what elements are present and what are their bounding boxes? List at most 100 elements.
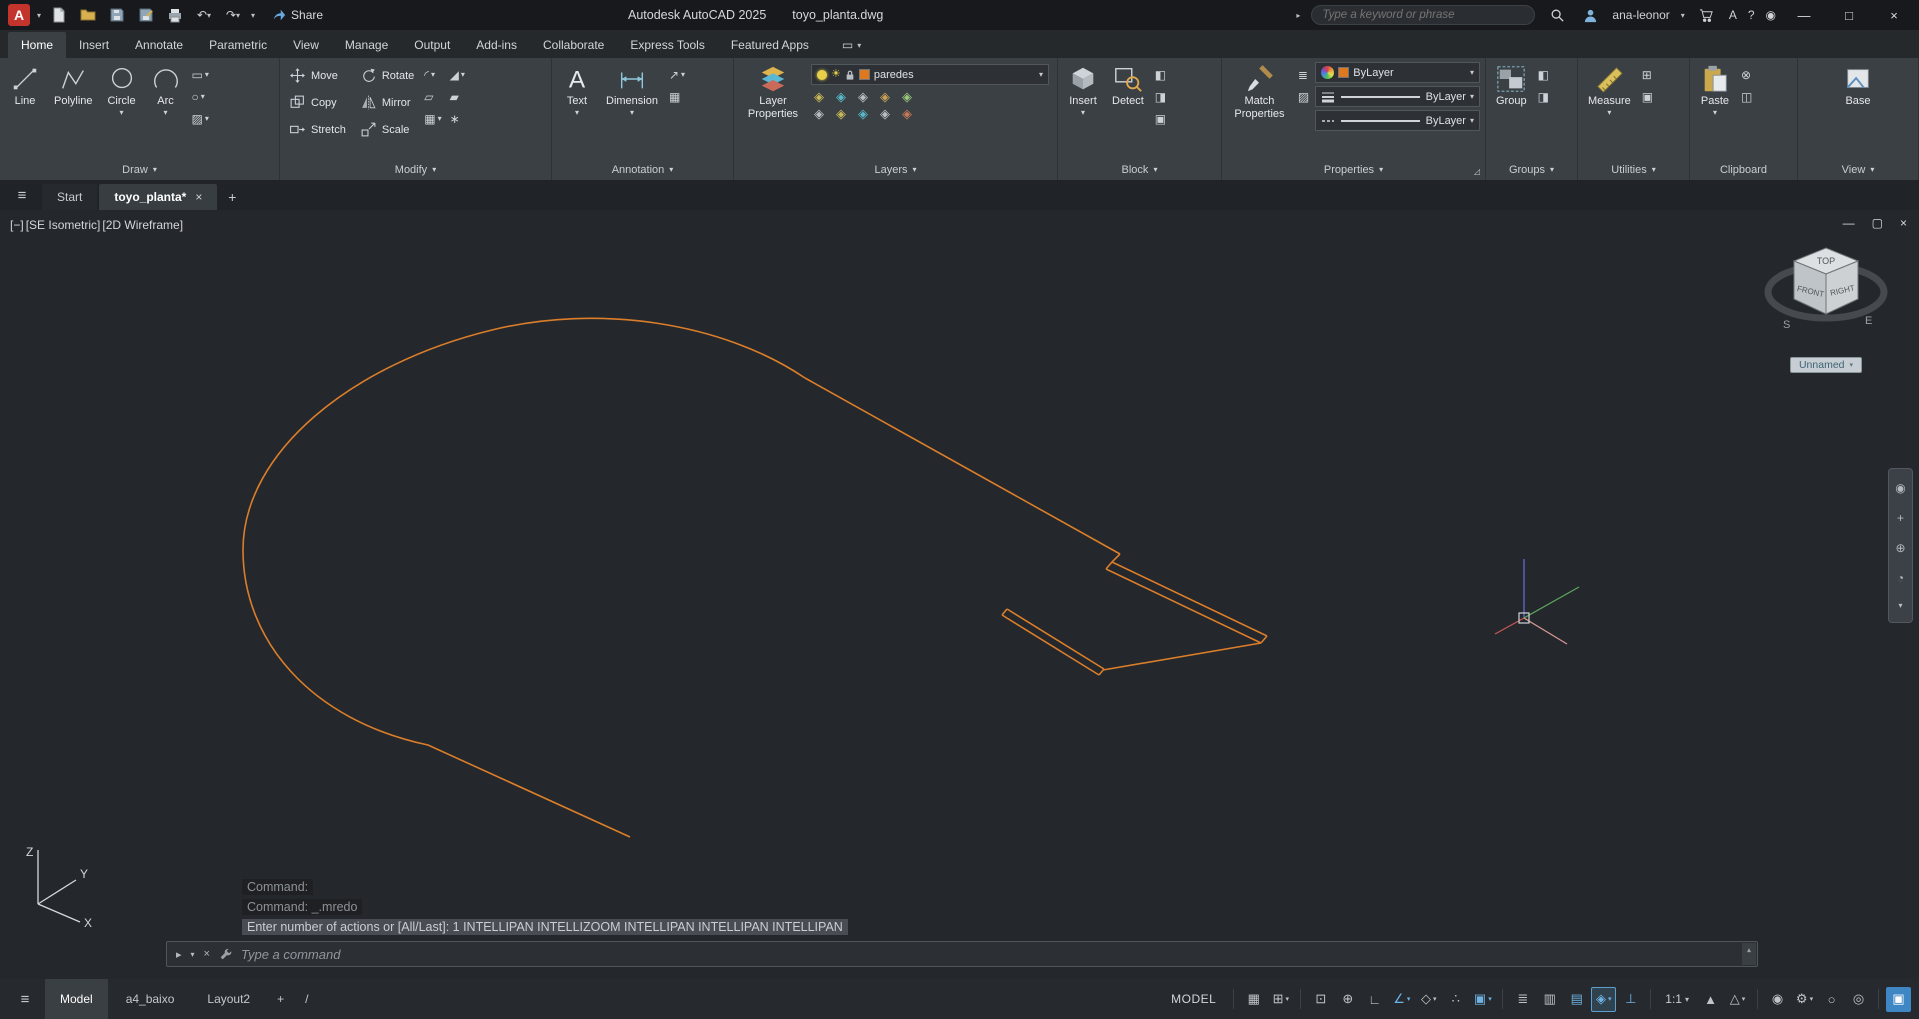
explode-button[interactable]: ∗ [448, 111, 467, 127]
command-input[interactable]: ▸ ▾ × Type a command ▾ [166, 941, 1758, 967]
save-as-icon[interactable] [135, 4, 157, 26]
polyline-button[interactable]: Polyline [49, 62, 98, 110]
properties-dialog-launcher-icon[interactable]: ◿ [1474, 167, 1480, 176]
group-button[interactable]: Group [1491, 62, 1532, 110]
command-close-icon[interactable]: × [204, 948, 210, 960]
circle-button[interactable]: Circle ▾ [102, 62, 142, 119]
layer-freeze-tool-icon[interactable]: ◈ [858, 90, 868, 103]
clean-screen-toggle[interactable]: ▣ [1886, 986, 1911, 1012]
match-properties-button[interactable]: Match Properties [1227, 62, 1292, 122]
layout-tab-layout2[interactable]: Layout2 [192, 979, 265, 1019]
scale-button[interactable]: Scale [356, 116, 418, 143]
copy-button[interactable]: Copy [285, 89, 350, 116]
tab-view[interactable]: View [280, 32, 332, 58]
mirror-button[interactable]: Mirror [356, 89, 418, 116]
layer-unlock-icon[interactable]: ◈ [880, 107, 890, 120]
command-placeholder[interactable]: Type a command [241, 947, 340, 962]
tab-home[interactable]: Home [8, 32, 67, 58]
ellipse-button[interactable]: ○ ▾ [190, 89, 211, 105]
viewport-view-control[interactable]: [SE Isometric] [26, 218, 101, 232]
arc-outline-path[interactable] [242, 317, 806, 838]
polar-tracking-toggle[interactable]: ∠ ▾ [1389, 987, 1414, 1012]
array-button[interactable]: ▦ ▾ [422, 111, 443, 127]
lineweight-dropdown[interactable]: ByLayer ▾ [1315, 86, 1480, 107]
tab-featured-apps[interactable]: Featured Apps [718, 32, 822, 58]
ungroup-button[interactable]: ◧ [1536, 67, 1551, 83]
quick-calc-button[interactable]: ⊞ [1640, 67, 1655, 83]
object-snap-toggle[interactable]: ▣ ▾ [1470, 987, 1495, 1012]
viewcube[interactable]: TOP FRONT RIGHT S E Unnamed ▾ [1759, 236, 1893, 373]
copy-clip-button[interactable]: ◫ [1739, 89, 1754, 105]
panel-label-annotation[interactable]: Annotation ▾ [552, 159, 733, 180]
viewcube-top-face[interactable]: TOP [1817, 256, 1835, 266]
panel-label-layers[interactable]: Layers ▾ [734, 159, 1057, 180]
app-menu-caret-icon[interactable]: ▾ [37, 11, 41, 20]
panel-label-block[interactable]: Block ▾ [1058, 159, 1221, 180]
redo-button[interactable]: ↷ ▾ [222, 4, 244, 26]
panel-label-draw[interactable]: Draw ▾ [0, 159, 279, 180]
measure-button[interactable]: Measure ▾ [1583, 62, 1636, 119]
dimension-button[interactable]: Dimension ▾ [601, 62, 663, 119]
graphics-performance-toggle[interactable]: ◎ [1846, 987, 1871, 1012]
layer-match-icon[interactable]: ◈ [814, 107, 824, 120]
id-point-button[interactable]: ▣ [1640, 89, 1655, 105]
dynamic-ucs-toggle[interactable]: ⊥ [1618, 987, 1643, 1012]
doc-close-icon[interactable]: × [1900, 216, 1907, 230]
define-attribute-button[interactable]: ▣ [1153, 111, 1168, 127]
viewport-minimize-control[interactable]: [−] [10, 218, 24, 232]
stretch-button[interactable]: Stretch [285, 116, 350, 143]
app-store-cart-icon[interactable] [1696, 4, 1718, 26]
text-button[interactable]: A Text ▾ [557, 62, 597, 119]
transparency-tool-button[interactable]: ▨ [1296, 89, 1311, 105]
layer-dropdown-caret-icon[interactable]: ▾ [1039, 70, 1043, 79]
leader-button[interactable]: ↗ ▾ [667, 67, 687, 83]
layer-lock-icon[interactable] [845, 69, 855, 81]
layer-thaw-icon[interactable]: ◈ [858, 107, 868, 120]
tab-parametric[interactable]: Parametric [196, 32, 280, 58]
insert-button[interactable]: Insert ▾ [1063, 62, 1103, 119]
viewcube-south-label[interactable]: S [1783, 319, 1790, 331]
tab-express-tools[interactable]: Express Tools [617, 32, 717, 58]
panel-label-modify[interactable]: Modify ▾ [280, 159, 551, 180]
navbar-more-caret-icon[interactable]: ▾ [1898, 601, 1902, 610]
layer-on-icon[interactable] [817, 69, 827, 80]
layer-lock-tool-icon[interactable]: ◈ [880, 90, 890, 103]
layer-unisolate-icon[interactable]: ◈ [836, 107, 846, 120]
move-button[interactable]: Move [285, 62, 350, 89]
panel-label-properties[interactable]: Properties ▾ ◿ [1222, 159, 1485, 180]
panel-label-view[interactable]: View ▾ [1798, 159, 1918, 180]
model-space-canvas[interactable] [0, 210, 1919, 979]
qat-customize-caret-icon[interactable]: ▾ [251, 11, 255, 20]
drawing-area[interactable]: [−] [SE Isometric] [2D Wireframe] — ▢ × … [0, 210, 1919, 979]
tab-toyo-planta[interactable]: toyo_planta* × [99, 184, 218, 210]
write-block-button[interactable]: ◨ [1153, 89, 1168, 105]
doc-minimize-icon[interactable]: — [1843, 216, 1855, 230]
notification-icon[interactable]: ◉ [1766, 8, 1776, 22]
viewport-visual-style-control[interactable]: [2D Wireframe] [102, 218, 183, 232]
dynamic-input-toggle[interactable]: ⊕ [1335, 987, 1360, 1012]
status-menu-icon[interactable]: ≡ [8, 979, 42, 1019]
trim-button[interactable]: ◢ ▾ [448, 67, 467, 83]
group-edit-button[interactable]: ◨ [1536, 89, 1551, 105]
viewcube-graphic[interactable]: TOP FRONT RIGHT S E [1759, 236, 1893, 348]
doc-restore-icon[interactable]: ▢ [1872, 216, 1883, 230]
grid-display-toggle[interactable]: ▦ [1241, 987, 1266, 1012]
new-drawing-tab-button[interactable]: + [219, 184, 245, 210]
diagonal-line-path[interactable] [804, 377, 1121, 555]
wall-segments-path[interactable] [1001, 553, 1268, 676]
detect-button[interactable]: Detect [1107, 62, 1149, 110]
panel-label-utilities[interactable]: Utilities ▾ [1578, 159, 1689, 180]
recent-commands-caret-icon[interactable]: ▾ [191, 950, 195, 959]
layout-tab-a4-baixo[interactable]: a4_baixo [111, 979, 190, 1019]
pan-icon[interactable]: + [1897, 511, 1904, 525]
erase-button[interactable]: ▰ [448, 89, 467, 105]
rectangle-button[interactable]: ▭ ▾ [190, 67, 211, 83]
create-block-button[interactable]: ◧ [1153, 67, 1168, 83]
object-color-dropdown[interactable]: ByLayer ▾ [1315, 62, 1480, 83]
annotation-monitor-toggle[interactable]: ◉ [1765, 987, 1790, 1012]
annotation-visibility-toggle[interactable]: ▲ [1698, 987, 1723, 1012]
undo-button[interactable]: ↶ ▾ [193, 4, 215, 26]
offset-button[interactable]: ▱ [422, 89, 443, 105]
window-close-button[interactable]: × [1877, 8, 1911, 23]
close-tab-icon[interactable]: × [195, 190, 202, 204]
